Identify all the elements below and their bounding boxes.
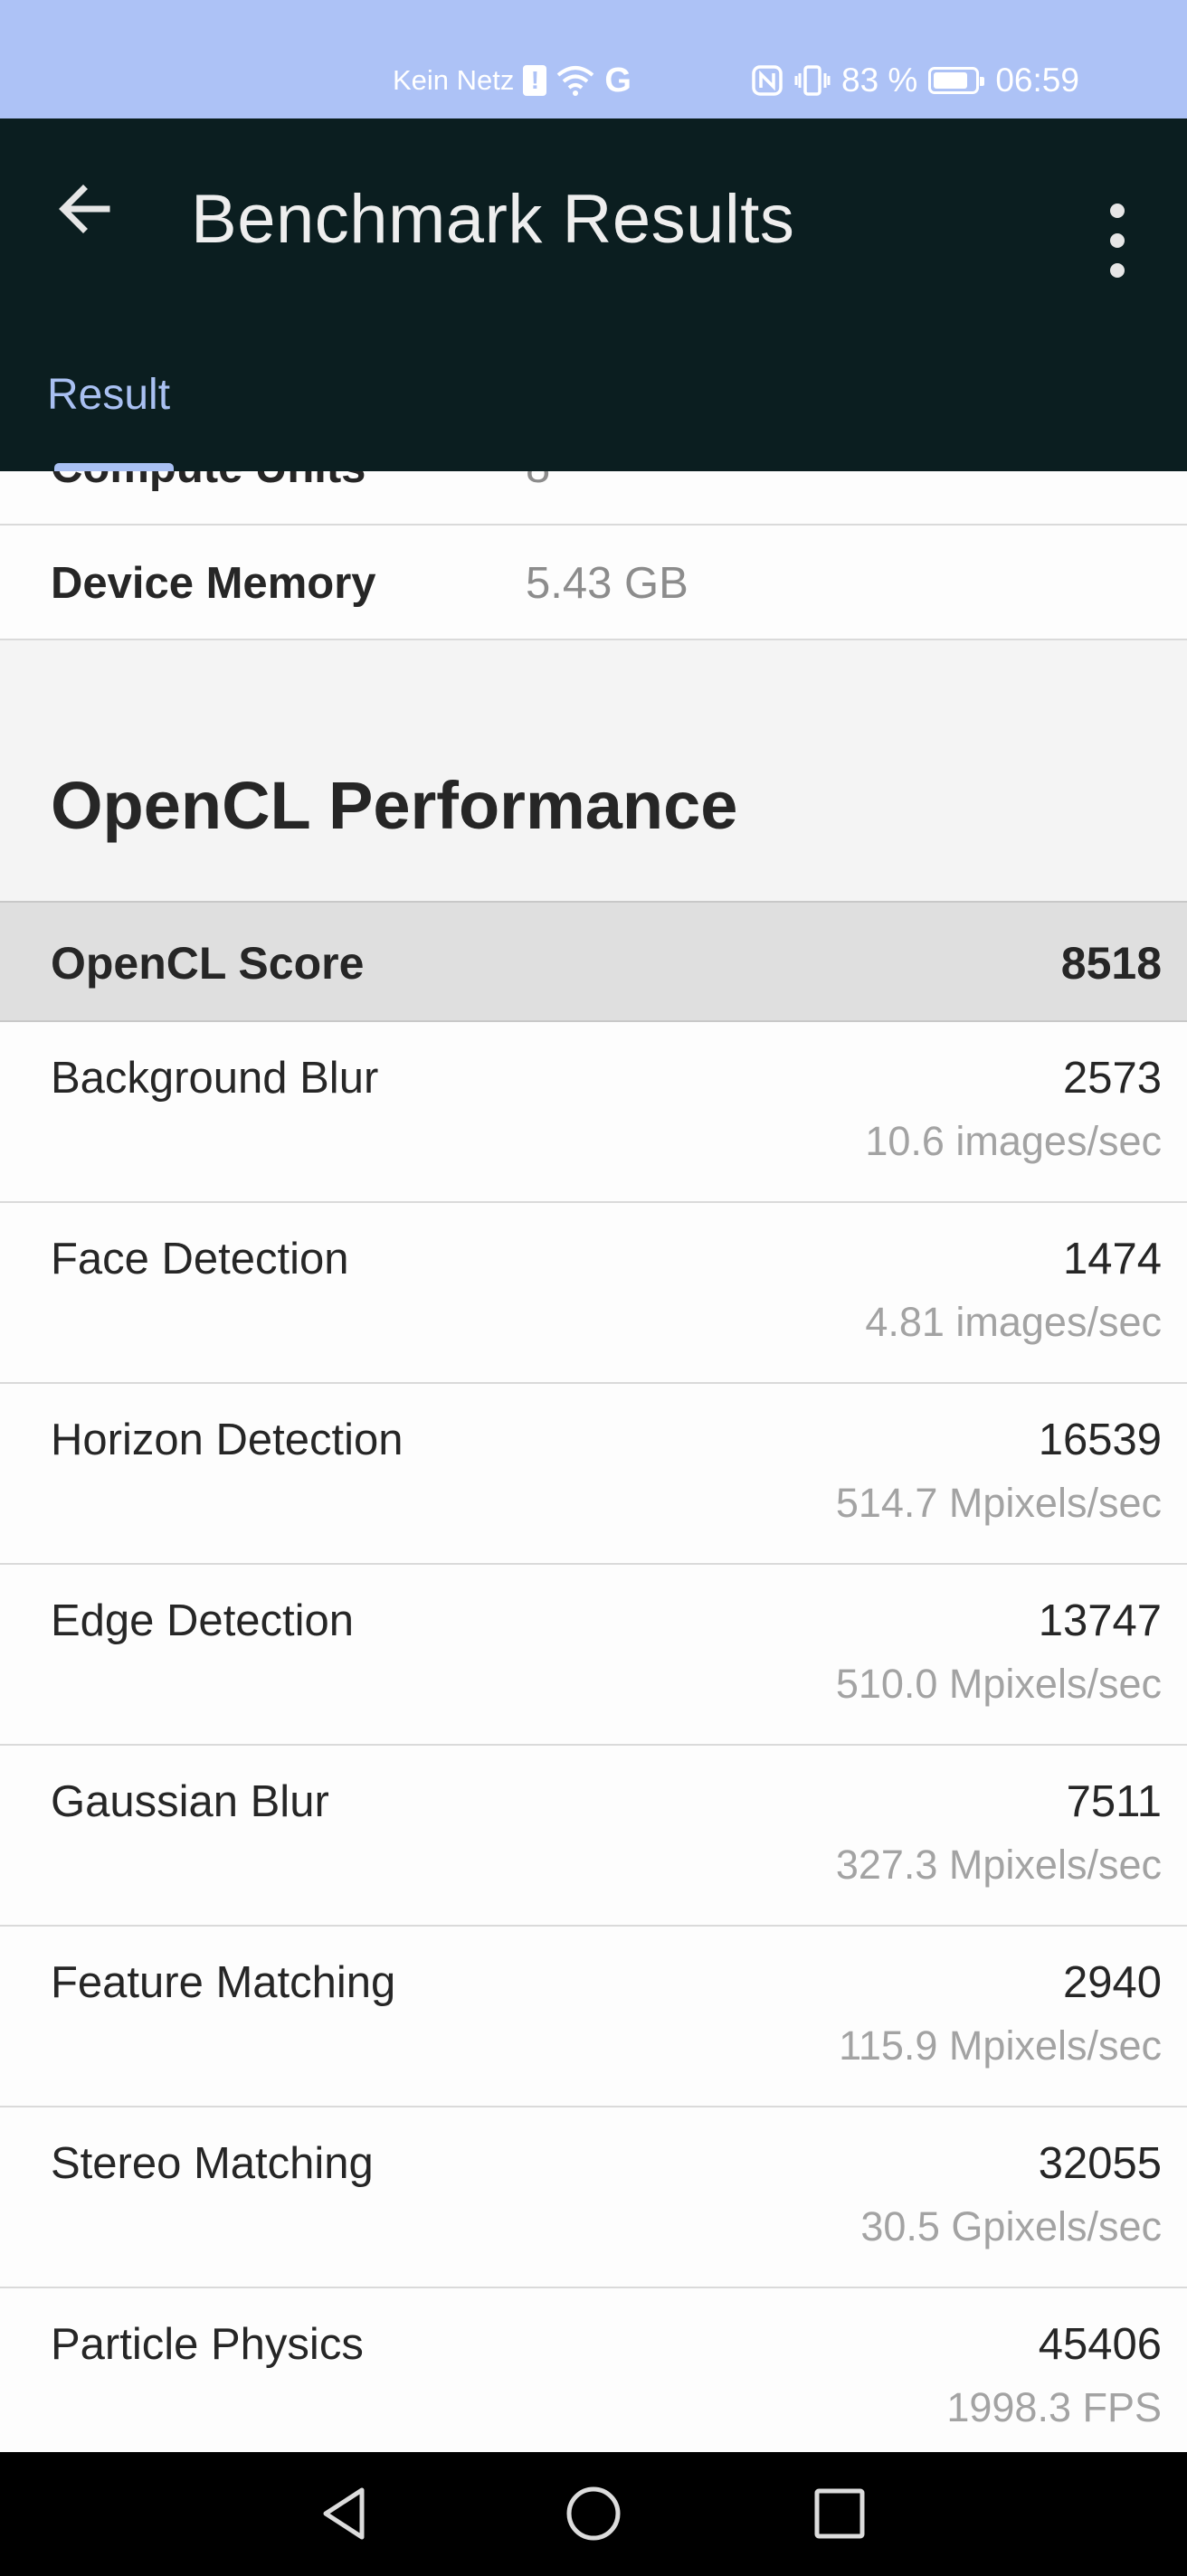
info-row-device-memory: Device Memory 5.43 GB [0, 526, 1187, 640]
benchmark-score: 1474 [1062, 1235, 1162, 1283]
battery-level [934, 72, 968, 89]
page-title: Benchmark Results [191, 181, 795, 258]
benchmark-name: Horizon Detection [51, 1416, 404, 1464]
benchmark-name: Face Detection [51, 1235, 349, 1283]
clock: 06:59 [995, 62, 1079, 99]
nfc-icon [752, 65, 783, 96]
status-bar: Kein Netz ! G 83 % 06:59 [0, 0, 1187, 118]
carrier-label: Kein Netz [393, 64, 515, 96]
score-value: 8518 [1060, 938, 1162, 989]
results-scroll-area[interactable]: Compute Units 8 Device Memory 5.43 GB Op… [0, 471, 1187, 2452]
benchmark-row: Gaussian Blur 7511 327.3 Mpixels/sec [0, 1746, 1187, 1927]
more-vertical-icon[interactable] [1095, 191, 1140, 290]
benchmark-score: 13747 [1038, 1596, 1162, 1645]
benchmark-score: 16539 [1038, 1416, 1162, 1464]
wifi-icon [557, 66, 594, 96]
benchmark-rate: 514.7 Mpixels/sec [835, 1480, 1162, 1526]
benchmark-rate: 10.6 images/sec [865, 1118, 1162, 1164]
benchmark-score: 2940 [1062, 1958, 1162, 2007]
benchmark-rate: 30.5 Gpixels/sec [860, 2203, 1162, 2249]
section-title: OpenCL Performance [51, 768, 738, 843]
benchmark-name: Background Blur [51, 1054, 379, 1103]
benchmark-row: Edge Detection 13747 510.0 Mpixels/sec [0, 1565, 1187, 1746]
section-header: OpenCL Performance [0, 640, 1187, 843]
benchmark-rate: 1998.3 FPS [946, 2384, 1162, 2430]
benchmark-score: 7511 [1066, 1777, 1162, 1826]
benchmark-score: 2573 [1062, 1054, 1162, 1103]
opencl-score-row: OpenCL Score 8518 [0, 903, 1187, 1022]
benchmark-name: Stereo Matching [51, 2139, 374, 2188]
benchmark-rate: 327.3 Mpixels/sec [835, 1842, 1162, 1888]
benchmark-name: Particle Physics [51, 2320, 364, 2369]
benchmark-row: Feature Matching 2940 115.9 Mpixels/sec [0, 1927, 1187, 2107]
info-label: Compute Units [51, 471, 366, 493]
benchmark-score: 45406 [1038, 2320, 1162, 2369]
tab-result[interactable]: Result [47, 370, 170, 420]
recents-square-icon[interactable] [803, 2477, 876, 2550]
benchmark-row: Background Blur 2573 10.6 images/sec [0, 1022, 1187, 1203]
status-left: Kein Netz ! G [393, 60, 631, 101]
benchmark-rate: 510.0 Mpixels/sec [835, 1661, 1162, 1707]
benchmark-row: Face Detection 1474 4.81 images/sec [0, 1203, 1187, 1384]
info-row-compute-units: Compute Units 8 [0, 471, 1187, 526]
benchmark-rate: 115.9 Mpixels/sec [839, 2022, 1162, 2069]
tab-indicator [54, 463, 174, 471]
info-value: 8 [526, 471, 550, 493]
benchmark-row: Stereo Matching 32055 30.5 Gpixels/sec [0, 2107, 1187, 2288]
benchmark-name: Gaussian Blur [51, 1777, 329, 1826]
battery-icon [928, 67, 985, 94]
network-type: G [604, 61, 631, 99]
vibrate-icon [794, 65, 831, 96]
status-right: 83 % 06:59 [751, 60, 1079, 101]
app-bar: Benchmark Results Result [0, 118, 1187, 471]
arrow-left-icon[interactable] [51, 173, 123, 245]
score-label: OpenCL Score [51, 938, 365, 989]
info-label: Device Memory [51, 559, 376, 608]
benchmark-name: Edge Detection [51, 1596, 355, 1645]
battery-percent: 83 % [841, 62, 918, 99]
info-value: 5.43 GB [526, 559, 688, 608]
back-triangle-icon[interactable] [309, 2477, 382, 2550]
benchmark-name: Feature Matching [51, 1958, 396, 2007]
home-circle-icon[interactable] [557, 2477, 630, 2550]
system-nav-bar [0, 2452, 1187, 2576]
benchmark-rate: 4.81 images/sec [865, 1299, 1162, 1345]
benchmark-row: Particle Physics 45406 1998.3 FPS [0, 2288, 1187, 2452]
benchmark-row: Horizon Detection 16539 514.7 Mpixels/se… [0, 1384, 1187, 1565]
alert-icon: ! [523, 65, 547, 96]
benchmark-score: 32055 [1038, 2139, 1162, 2188]
